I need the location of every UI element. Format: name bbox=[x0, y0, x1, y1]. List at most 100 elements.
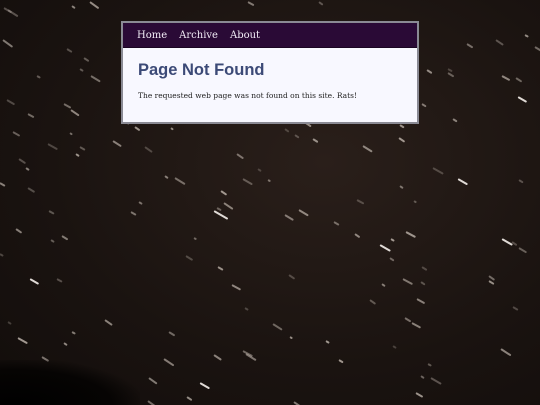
tree-silhouette bbox=[0, 360, 140, 405]
star-trail bbox=[381, 282, 386, 287]
star-trail bbox=[79, 67, 85, 72]
star-trail bbox=[284, 127, 290, 132]
star-trail bbox=[12, 131, 21, 137]
star-trail bbox=[90, 75, 101, 83]
star-trail bbox=[518, 179, 524, 184]
star-trail bbox=[399, 123, 405, 128]
star-trail bbox=[421, 266, 427, 271]
star-trail bbox=[362, 144, 373, 152]
star-trail bbox=[168, 330, 175, 336]
star-trail bbox=[104, 319, 113, 326]
star-trail bbox=[7, 9, 19, 18]
star-trail bbox=[112, 139, 122, 147]
star-trail bbox=[289, 336, 294, 340]
star-trail bbox=[50, 238, 56, 243]
star-trail bbox=[175, 177, 186, 185]
star-trail bbox=[413, 199, 418, 203]
star-trail bbox=[495, 39, 505, 46]
nav-about-link[interactable]: About bbox=[230, 30, 260, 41]
star-trail bbox=[420, 374, 425, 379]
star-trail bbox=[148, 376, 157, 384]
star-trail bbox=[2, 38, 13, 48]
star-trail bbox=[0, 182, 6, 187]
star-trail bbox=[89, 1, 100, 9]
star-trail bbox=[433, 166, 444, 174]
error-message: The requested web page was not found on … bbox=[138, 91, 358, 100]
star-trail bbox=[27, 187, 36, 193]
star-trail bbox=[63, 102, 73, 109]
star-trail bbox=[217, 266, 224, 271]
star-trail bbox=[83, 56, 90, 62]
star-trail bbox=[488, 279, 496, 285]
star-trail bbox=[403, 278, 414, 285]
nav-home-link[interactable]: Home bbox=[137, 30, 167, 41]
star-trail bbox=[27, 113, 35, 119]
star-trail bbox=[70, 109, 80, 117]
star-trail bbox=[379, 244, 391, 252]
star-trail bbox=[243, 178, 253, 185]
star-trail bbox=[130, 211, 137, 216]
star-trail bbox=[61, 234, 69, 240]
star-trail bbox=[392, 344, 398, 349]
star-trail bbox=[534, 46, 540, 54]
star-trail bbox=[325, 340, 330, 344]
star-trail bbox=[216, 206, 223, 211]
star-trail bbox=[25, 167, 30, 171]
star-trail bbox=[15, 228, 23, 234]
star-trail bbox=[66, 47, 72, 52]
star-trail bbox=[134, 126, 141, 132]
star-trail bbox=[405, 230, 416, 238]
nav-archive-link[interactable]: Archive bbox=[179, 30, 218, 41]
star-trail bbox=[56, 278, 63, 283]
star-trail bbox=[318, 1, 324, 6]
star-trail bbox=[147, 400, 156, 405]
star-trail bbox=[267, 179, 272, 183]
star-trail bbox=[69, 131, 74, 135]
star-trail bbox=[48, 210, 55, 215]
top-navigation: Home Archive About bbox=[123, 23, 417, 48]
star-trail bbox=[334, 220, 340, 225]
star-trail bbox=[220, 190, 228, 196]
star-trail bbox=[447, 72, 455, 78]
star-trail bbox=[517, 96, 528, 103]
star-trail bbox=[193, 237, 198, 241]
star-trail bbox=[467, 43, 474, 49]
star-trail bbox=[186, 395, 193, 401]
star-trail bbox=[272, 323, 283, 331]
page-title: Page Not Found bbox=[138, 61, 265, 79]
star-trail bbox=[231, 283, 241, 291]
star-trail bbox=[515, 76, 523, 82]
star-trail bbox=[411, 322, 422, 329]
star-trail bbox=[138, 201, 143, 205]
star-trail bbox=[36, 75, 41, 79]
star-trail bbox=[144, 145, 153, 152]
star-trail bbox=[75, 153, 80, 157]
star-trail bbox=[421, 103, 427, 108]
star-trail bbox=[294, 133, 301, 139]
star-trail bbox=[518, 246, 528, 253]
star-trail bbox=[213, 354, 223, 361]
star-trail bbox=[512, 306, 519, 311]
star-trail bbox=[0, 252, 5, 257]
star-trail bbox=[47, 142, 59, 150]
star-trail bbox=[284, 213, 294, 220]
star-trail bbox=[199, 382, 211, 390]
star-trail bbox=[236, 152, 245, 159]
star-trail bbox=[17, 337, 29, 345]
star-trail bbox=[390, 238, 395, 242]
star-trail bbox=[489, 274, 496, 281]
star-trail bbox=[416, 298, 426, 305]
star-trail bbox=[369, 298, 377, 304]
star-trail bbox=[213, 210, 229, 220]
star-trail bbox=[389, 256, 395, 261]
star-trail bbox=[501, 74, 511, 81]
star-trail bbox=[453, 118, 458, 123]
star-trail bbox=[163, 357, 174, 366]
star-trail bbox=[426, 68, 433, 74]
site-panel: Home Archive About Page Not Found The re… bbox=[121, 21, 419, 124]
star-trail bbox=[224, 201, 234, 210]
star-trail bbox=[170, 127, 174, 131]
star-trail bbox=[288, 274, 296, 280]
star-trail bbox=[430, 376, 442, 385]
main-content: Page Not Found The requested web page wa… bbox=[123, 48, 417, 122]
